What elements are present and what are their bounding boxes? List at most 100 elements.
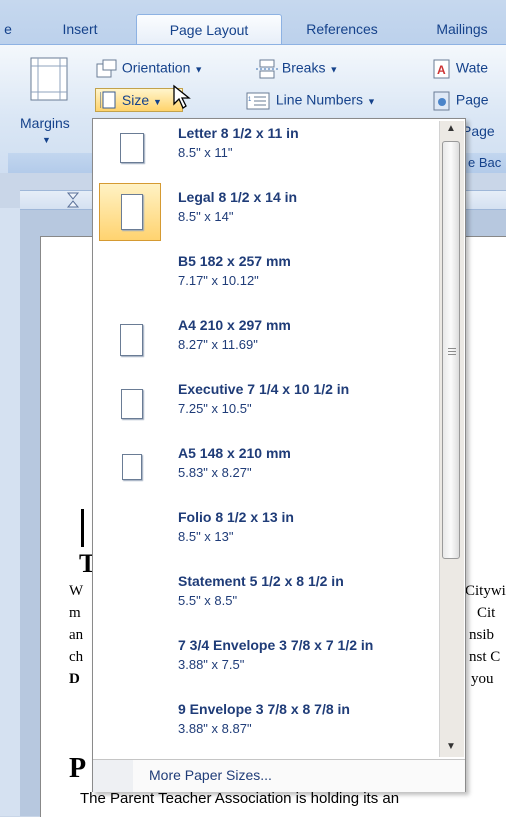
paper-letter-icon [120,133,144,163]
orientation-icon [96,59,117,78]
paper-box [99,503,161,561]
doc-line-5-left: D [69,671,80,687]
paper-box [99,311,161,369]
paper-size-dims: 7.17" x 10.12" [178,273,259,288]
paper-size-statement[interactable]: Statement 5 1/2 x 8 1/2 in 5.5" x 8.5" [97,567,439,631]
doc-line-3-left: an [69,627,84,643]
paper-size-executive[interactable]: Executive 7 1/4 x 10 1/2 in 7.25" x 10.5… [97,375,439,439]
tab-mailings[interactable]: Mailings [418,14,506,44]
paper-size-b5[interactable]: B5 182 x 257 mm 7.17" x 10.12" [97,247,439,311]
scrollbar-thumb[interactable] [442,141,460,559]
paper-box [99,439,161,497]
doc-subheading-fragment: P [69,753,87,784]
paper-box-selected [99,183,161,241]
paper-a5-icon [122,454,142,480]
more-paper-sizes-icon [93,760,133,792]
paper-size-a4[interactable]: A4 210 x 297 mm 8.27" x 11.69" [97,311,439,375]
doc-line-1-right: Citywi [465,583,506,599]
line-numbers-button[interactable]: 1 Line Numbers ▼ [246,91,376,111]
paper-size-title: 9 Envelope 3 7/8 x 8 7/8 in [178,701,350,717]
tab-insert[interactable]: Insert [48,14,112,44]
scroll-up-arrow-icon[interactable]: ▲ [446,123,456,134]
breaks-button[interactable]: Breaks ▼ [256,59,338,79]
paper-size-title: Folio 8 1/2 x 13 in [178,509,294,525]
paper-size-title: A5 148 x 210 mm [178,445,291,461]
line-numbers-dropdown-arrow-icon: ▼ [366,96,376,107]
paper-a4-icon [120,324,143,356]
ribbon-tab-bar: e Insert Page Layout References Mailings [0,0,506,45]
more-paper-sizes-menu-item[interactable]: More Paper Sizes... [93,759,465,792]
paper-size-envelope-7-3-4[interactable]: 7 3/4 Envelope 3 7/8 x 7 1/2 in 3.88" x … [97,631,439,695]
tab-home-partial[interactable]: e [0,14,16,44]
paper-size-dims: 7.25" x 10.5" [178,401,252,416]
breaks-icon [256,59,278,79]
doc-line-5-right: you [471,671,494,687]
paper-size-envelope-9[interactable]: 9 Envelope 3 7/8 x 8 7/8 in 3.88" x 8.87… [97,695,439,759]
size-icon [100,91,116,109]
paper-size-dims: 8.5" x 14" [178,209,234,224]
paper-box [99,631,161,689]
line-numbers-label: Line Numbers [275,91,364,108]
page-borders-button[interactable]: Page [462,123,495,139]
paper-size-legal[interactable]: Legal 8 1/2 x 14 in 8.5" x 14" [97,183,439,247]
page-borders-label: Page [462,123,495,139]
tab-references[interactable]: References [290,14,394,44]
breaks-dropdown-arrow-icon: ▼ [329,64,339,75]
paper-size-title: Statement 5 1/2 x 8 1/2 in [178,573,344,589]
paper-size-dims: 8.5" x 11" [178,145,233,160]
more-paper-sizes-label: More Paper Sizes... [149,767,272,783]
watermark-button[interactable]: A Wate [432,59,488,79]
doc-line-2-left: m [69,605,81,621]
size-button[interactable]: Size ▼ [95,88,183,112]
watermark-icon: A [433,59,450,79]
margins-button[interactable]: Margins ▼ [14,53,80,149]
paper-size-dropdown: Letter 8 1/2 x 11 in 8.5" x 11" Legal 8 … [92,118,466,792]
paper-size-title: 7 3/4 Envelope 3 7/8 x 7 1/2 in [178,637,374,653]
line-numbers-icon: 1 [246,92,270,110]
paper-size-dims: 8.5" x 13" [178,529,234,544]
doc-line-1-left: W [69,583,84,599]
paper-box [99,119,161,177]
paper-legal-icon [121,194,143,230]
doc-line-3-right: nsib [469,627,495,643]
margins-label: Margins [20,115,70,131]
paper-size-dims: 5.83" x 8.27" [178,465,252,480]
doc-line-4-right: nst C [469,649,501,665]
orientation-button[interactable]: Orientation ▼ [96,59,203,79]
margins-icon [30,57,68,101]
paper-size-dims: 8.27" x 11.69" [178,337,258,352]
paper-box [99,695,161,753]
tab-page-layout[interactable]: Page Layout [136,14,282,45]
dropdown-scrollbar[interactable]: ▲ ▼ [439,121,464,757]
size-dropdown-arrow-icon: ▼ [153,97,162,107]
mouse-cursor-icon [173,84,191,109]
page-color-label: Page [455,91,489,108]
paper-size-a5[interactable]: A5 148 x 210 mm 5.83" x 8.27" [97,439,439,503]
scroll-down-arrow-icon[interactable]: ▼ [446,741,456,752]
breaks-label: Breaks [281,59,326,76]
paper-executive-icon [121,389,143,419]
orientation-dropdown-arrow-icon: ▼ [194,64,204,75]
paper-size-dims: 3.88" x 7.5" [178,657,245,672]
paper-size-title: Executive 7 1/4 x 10 1/2 in [178,381,350,397]
paper-box [99,567,161,625]
paper-size-title: B5 182 x 257 mm [178,253,291,269]
page-color-icon [433,91,450,111]
page-color-button[interactable]: Page [432,91,489,111]
paper-size-dims: 3.88" x 8.87" [178,721,252,736]
paper-size-title: Legal 8 1/2 x 14 in [178,189,298,205]
svg-text:A: A [437,63,446,77]
text-cursor [81,509,84,547]
paper-size-folio[interactable]: Folio 8 1/2 x 13 in 8.5" x 13" [97,503,439,567]
doc-line-4-left: ch [69,649,84,665]
doc-line-2-right: Cit [477,605,496,621]
margins-dropdown-arrow-icon: ▼ [42,135,51,145]
paper-box [99,375,161,433]
paper-size-dims: 5.5" x 8.5" [178,593,238,608]
paper-box [99,247,161,305]
paper-size-letter[interactable]: Letter 8 1/2 x 11 in 8.5" x 11" [97,119,439,183]
watermark-label: Wate [455,59,489,76]
left-ruler-strip [0,208,20,816]
size-label: Size [121,92,150,108]
orientation-label: Orientation [121,59,191,76]
